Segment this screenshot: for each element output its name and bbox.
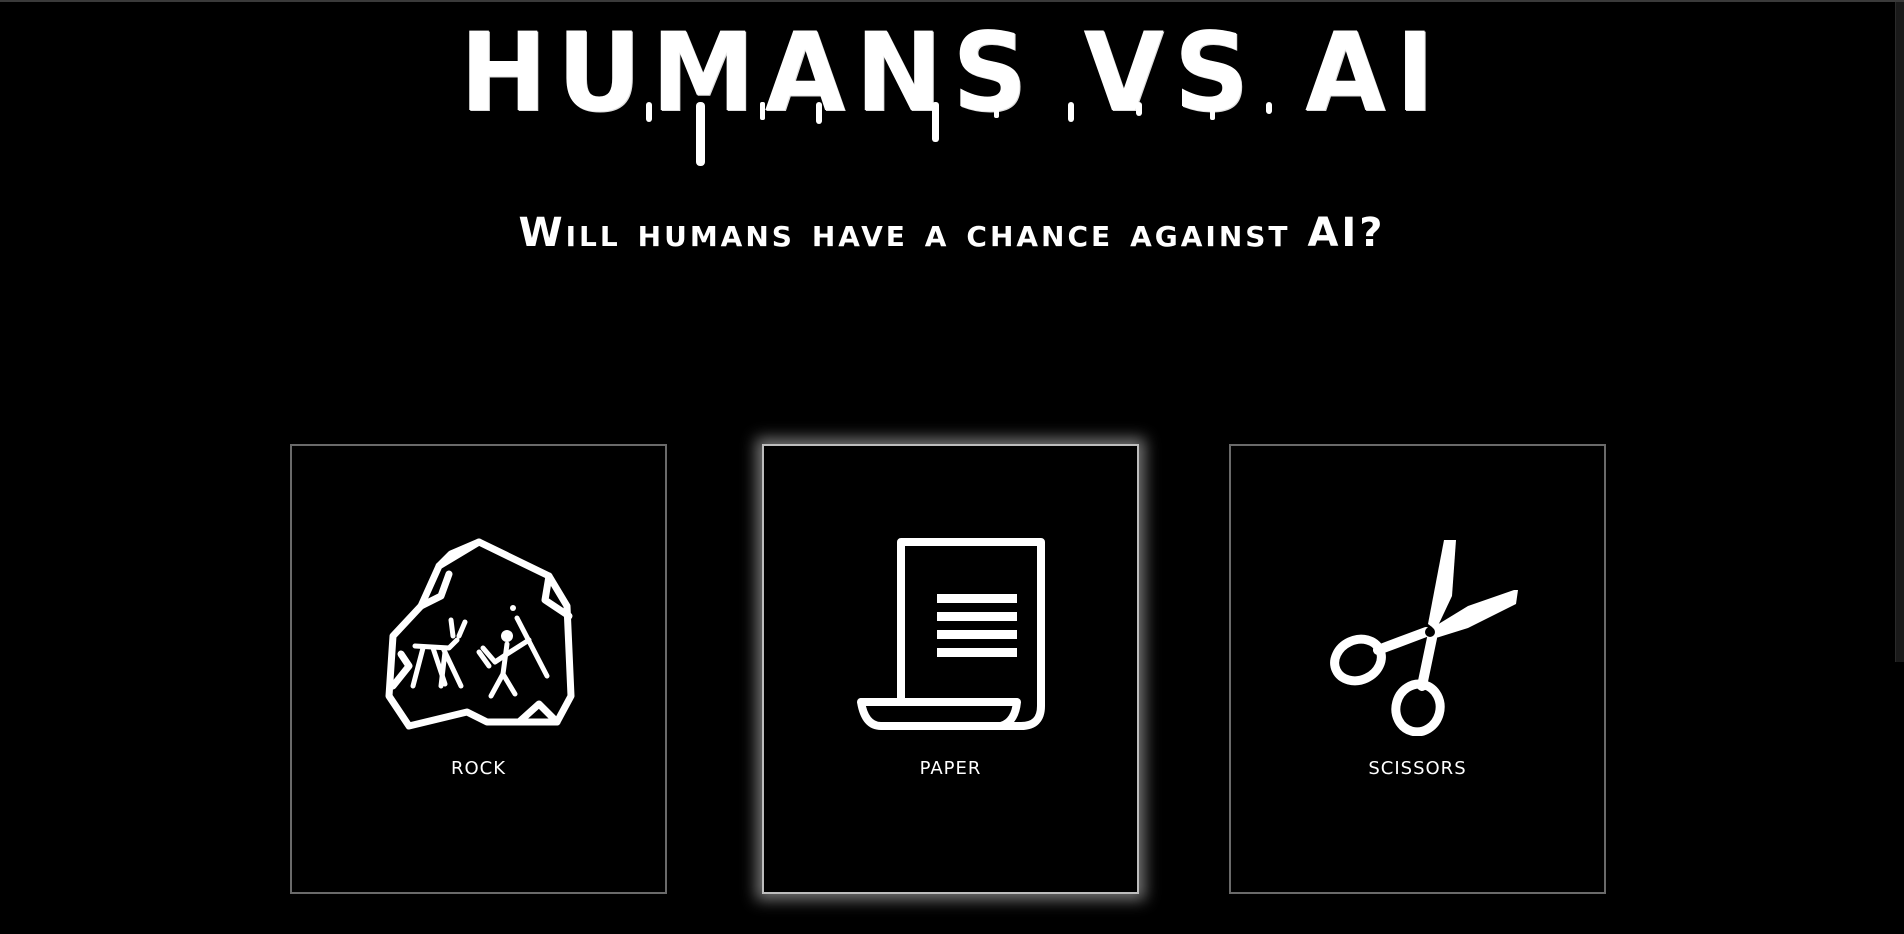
title-drip-decoration bbox=[646, 102, 1272, 166]
paper-label: PAPER bbox=[919, 758, 982, 779]
scissors-choice-card[interactable]: SCISSORS bbox=[1229, 444, 1606, 894]
paper-choice-card[interactable]: PAPER bbox=[762, 444, 1139, 894]
paper-scroll-icon bbox=[856, 538, 1045, 730]
page-subtitle: Will humans have a chance against AI? bbox=[518, 210, 1386, 256]
scissors-icon bbox=[1329, 540, 1518, 736]
rock-cave-painting-icon bbox=[385, 538, 574, 730]
rock-label: ROCK bbox=[450, 758, 507, 779]
game-page: HUMANS VS AI Will humans have a chance a… bbox=[0, 0, 1904, 934]
rock-choice-card[interactable]: ROCK bbox=[290, 444, 667, 894]
scissors-label: SCISSORS bbox=[1368, 758, 1467, 779]
